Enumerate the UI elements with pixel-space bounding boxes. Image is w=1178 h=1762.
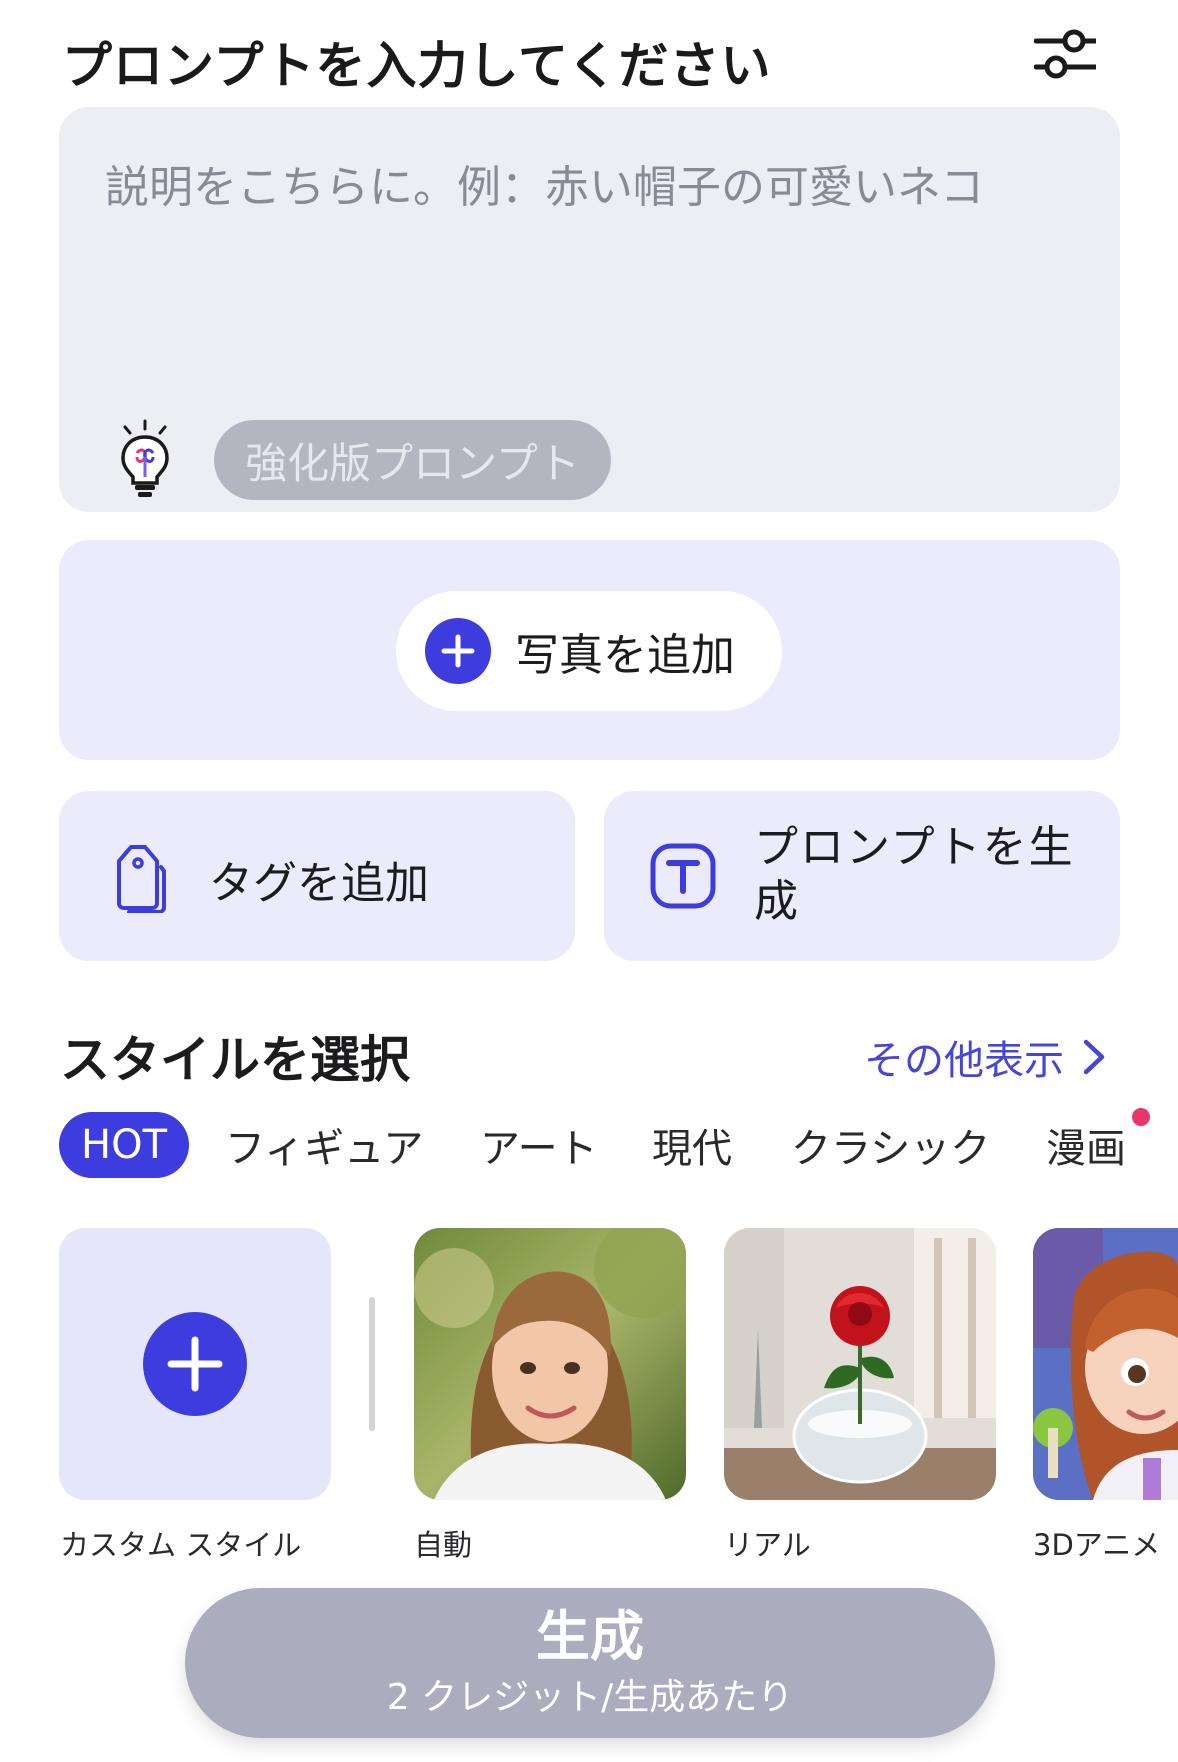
tab-modern[interactable]: 現代 [652,1112,732,1178]
tab-classic[interactable]: クラシック [791,1112,990,1178]
prompt-box: 強化版プロンプト [59,107,1120,512]
add-tag-label: タグを追加 [209,858,429,909]
prompt-input[interactable] [105,151,1085,391]
add-photo-label: 写真を追加 [515,630,735,681]
style-section-heading: スタイルを選択 [60,1031,410,1089]
tab-art[interactable]: アート [480,1112,598,1178]
style-thumbnail-auto[interactable] [414,1228,686,1500]
credit-cost-label: 2 クレジット/生成あたり [386,1677,794,1718]
tab-manga[interactable]: 漫画 [1046,1112,1126,1178]
plus-icon [143,1312,247,1416]
tag-icon [109,841,167,914]
style-caption-custom: カスタム スタイル [60,1528,302,1562]
generate-button[interactable]: 生成 2 クレジット/生成あたり [185,1588,995,1738]
generate-button-label: 生成 [536,1605,644,1668]
show-more-link[interactable]: その他表示 [864,1028,1106,1086]
generate-prompt-button[interactable]: プロンプトを生成 [604,791,1120,961]
chevron-right-icon [1083,1039,1105,1075]
style-caption-auto: 自動 [414,1528,473,1562]
generate-prompt-label: プロンプトを生成 [754,822,1075,927]
settings-button[interactable] [1030,22,1100,86]
tab-figure[interactable]: フィギュア [225,1112,423,1178]
enhance-prompt-button[interactable]: 強化版プロンプト [214,420,611,500]
style-thumbnail-3d-anime[interactable] [1033,1228,1178,1500]
add-photo-button[interactable]: 写真を追加 [396,591,782,711]
plus-icon [425,618,491,684]
sliders-icon [1034,29,1096,79]
photo-upload-area[interactable]: 写真を追加 [59,540,1120,760]
style-thumbnail-real[interactable] [724,1228,996,1500]
style-caption-3d-anime: 3Dアニメ [1033,1528,1161,1562]
lightbulb-icon[interactable] [113,419,177,499]
add-tag-button[interactable]: タグを追加 [59,791,575,961]
notification-dot [1132,1108,1150,1126]
style-tabs: HOT フィギュア アート 現代 クラシック 漫画 [59,1112,1178,1178]
tab-hot[interactable]: HOT [59,1112,189,1178]
page-title: プロンプトを入力してください [62,37,772,95]
style-caption-real: リアル [724,1528,811,1562]
scroll-divider [369,1297,375,1431]
custom-style-tile[interactable] [59,1228,331,1500]
text-t-icon [650,843,716,909]
show-more-label: その他表示 [864,1038,1064,1084]
